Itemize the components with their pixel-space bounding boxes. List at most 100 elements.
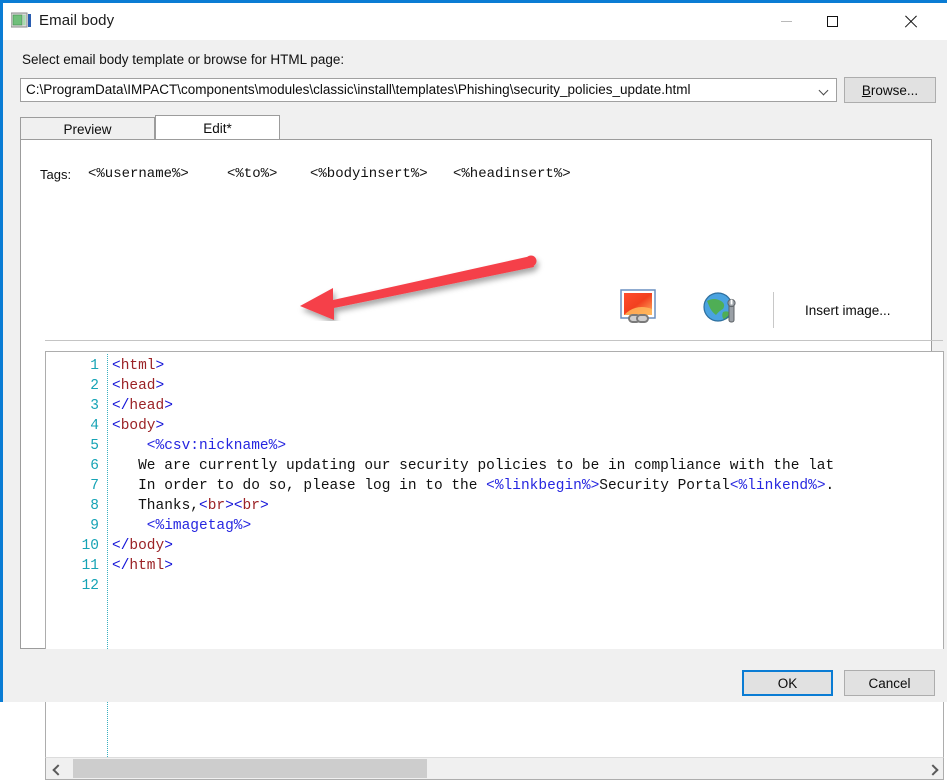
code-token: Security Portal bbox=[599, 478, 730, 494]
edit-tab-page: Tags: <%username%> <%to%> <%bodyinsert%>… bbox=[20, 139, 944, 780]
code-token: </ bbox=[112, 398, 130, 414]
line-number: 11 bbox=[81, 558, 99, 574]
code-token: br bbox=[242, 498, 260, 514]
tag-token-username[interactable]: <%username%> bbox=[88, 166, 189, 182]
toolbar-divider bbox=[45, 340, 943, 341]
code-token: > bbox=[155, 358, 165, 374]
line-number: 5 bbox=[90, 438, 99, 454]
chevron-right-icon[interactable] bbox=[921, 758, 943, 779]
line-number-gutter: 1 2 3 4 5 6 7 8 9 10 11 12 bbox=[46, 352, 107, 779]
code-token: < bbox=[112, 418, 121, 434]
tags-toolbar: Tags: <%username%> <%to%> <%bodyinsert%>… bbox=[21, 140, 931, 206]
code-token: body bbox=[129, 538, 165, 554]
chevron-left-icon[interactable] bbox=[46, 758, 68, 779]
toolbar-separator bbox=[773, 292, 774, 328]
code-token: <%csv:nickname%> bbox=[146, 438, 287, 454]
template-label: Select email body template or browse for… bbox=[22, 52, 345, 67]
window-title: Email body bbox=[39, 12, 115, 29]
minimize-button[interactable] bbox=[763, 3, 809, 40]
tags-label: Tags: bbox=[40, 167, 72, 182]
close-icon bbox=[903, 15, 917, 29]
line-number: 9 bbox=[90, 518, 99, 534]
template-selector-area: Select email body template or browse for… bbox=[3, 40, 947, 104]
ok-button-label: OK bbox=[777, 675, 798, 691]
line-number: 10 bbox=[81, 538, 99, 554]
tab-preview[interactable]: Preview bbox=[20, 117, 155, 140]
code-line: </html> bbox=[112, 556, 173, 576]
code-token: <%imagetag%> bbox=[146, 518, 252, 534]
code-token: > bbox=[155, 378, 165, 394]
title-bar: Email body bbox=[3, 3, 947, 40]
browse-button[interactable]: Browse... bbox=[844, 77, 936, 103]
line-number: 3 bbox=[90, 398, 99, 414]
insert-image-label-pre: Insert ima bbox=[805, 303, 865, 318]
close-button[interactable] bbox=[887, 3, 933, 40]
line-number: 12 bbox=[81, 578, 99, 594]
dialog-button-bar: OK Cancel bbox=[3, 649, 947, 702]
code-token: head bbox=[129, 398, 165, 414]
insert-image-accel: g bbox=[864, 303, 872, 318]
insert-image-link-icon[interactable] bbox=[619, 289, 663, 329]
tab-strip: Preview Edit* bbox=[20, 115, 932, 141]
cancel-button[interactable]: Cancel bbox=[844, 670, 935, 696]
code-token: < bbox=[233, 498, 243, 514]
line-number: 8 bbox=[90, 498, 99, 514]
maximize-icon bbox=[826, 16, 838, 27]
tab-preview-label: Preview bbox=[63, 121, 112, 137]
code-line: <head> bbox=[112, 376, 164, 396]
line-number: 4 bbox=[90, 418, 99, 434]
maximize-button[interactable] bbox=[809, 3, 855, 40]
browse-button-label: rowse... bbox=[870, 82, 919, 98]
insert-image-button[interactable]: Insert image... bbox=[805, 303, 891, 318]
code-token: body bbox=[120, 418, 156, 434]
code-token: html bbox=[129, 558, 165, 574]
code-line: </head> bbox=[112, 396, 173, 416]
code-token: <%linkend%> bbox=[729, 478, 826, 494]
code-token: > bbox=[155, 418, 165, 434]
code-line: <%csv:nickname%> bbox=[147, 436, 286, 456]
gutter-separator bbox=[107, 354, 108, 779]
code-line: <body> bbox=[112, 416, 164, 436]
insert-image-label-post: e... bbox=[871, 303, 891, 318]
minimize-icon bbox=[780, 21, 792, 22]
scrollbar-thumb[interactable] bbox=[73, 759, 427, 778]
code-line: We are currently updating our security p… bbox=[138, 456, 834, 476]
tag-token-bodyinsert[interactable]: <%bodyinsert%> bbox=[310, 166, 428, 182]
code-token: > bbox=[225, 498, 234, 514]
tag-token-to[interactable]: <%to%> bbox=[227, 166, 277, 182]
html-code-editor[interactable]: 1 2 3 4 5 6 7 8 9 10 11 12 <html> <head> </head> <body… bbox=[45, 351, 944, 780]
cancel-button-label: Cancel bbox=[868, 675, 911, 691]
code-token: < bbox=[112, 378, 121, 394]
line-number: 6 bbox=[90, 458, 99, 474]
code-token: head bbox=[120, 378, 156, 394]
code-token: Thanks, bbox=[138, 498, 200, 514]
chevron-down-icon[interactable] bbox=[813, 79, 836, 101]
code-line: <html> bbox=[112, 356, 164, 376]
globe-settings-icon[interactable] bbox=[701, 290, 741, 328]
code-token: </ bbox=[112, 558, 130, 574]
code-token: <%linkbegin%> bbox=[486, 478, 600, 494]
ok-button[interactable]: OK bbox=[742, 670, 833, 696]
template-path-combobox[interactable]: C:\ProgramData\IMPACT\components\modules… bbox=[20, 78, 837, 102]
code-token: > bbox=[164, 558, 173, 574]
code-line: In order to do so, please log in to the … bbox=[138, 476, 834, 496]
code-token: < bbox=[199, 498, 208, 514]
tag-token-headinsert[interactable]: <%headinsert%> bbox=[453, 166, 571, 182]
code-token: > bbox=[164, 538, 173, 554]
code-token: > bbox=[164, 398, 173, 414]
code-line: Thanks,<br><br> bbox=[138, 496, 269, 516]
code-line: <%imagetag%> bbox=[147, 516, 251, 536]
code-text-area[interactable]: <html> <head> </head> <body> <%csv:nickname%… bbox=[112, 352, 943, 779]
tab-edit[interactable]: Edit* bbox=[155, 115, 280, 141]
code-token: < bbox=[112, 358, 121, 374]
code-token: > bbox=[259, 498, 269, 514]
code-token: html bbox=[120, 358, 156, 374]
code-token: br bbox=[207, 498, 226, 514]
editor-horizontal-scrollbar[interactable] bbox=[45, 757, 944, 780]
code-token: </ bbox=[112, 538, 130, 554]
code-token: We are currently updating our security p… bbox=[138, 458, 835, 474]
tab-edit-label: Edit* bbox=[203, 121, 232, 136]
template-path-value: C:\ProgramData\IMPACT\components\modules… bbox=[26, 82, 691, 97]
line-number: 2 bbox=[90, 378, 99, 394]
email-body-dialog: Email body Select email body template or… bbox=[0, 0, 947, 780]
